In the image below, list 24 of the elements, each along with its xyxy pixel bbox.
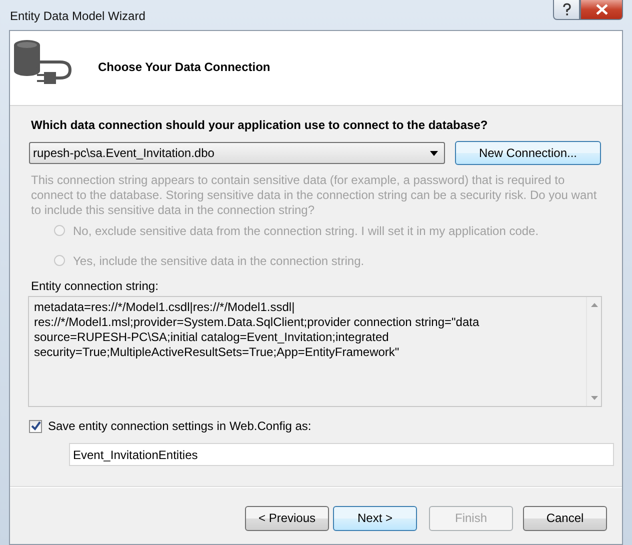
help-icon — [560, 3, 572, 16]
wizard-button[interactable]: < Previous — [245, 506, 329, 530]
field-label: Entity connection string: — [31, 279, 160, 295]
question-label: Which data connection should your application use to connect to the database? — [31, 118, 489, 134]
help-button[interactable] — [553, 0, 580, 20]
window-title: Entity Data Model Wizard — [10, 9, 146, 23]
close-button[interactable] — [580, 0, 623, 20]
wizard-button[interactable]: Next > — [333, 506, 417, 530]
scroll-down-icon[interactable] — [590, 396, 598, 400]
checkbox[interactable] — [29, 420, 42, 432]
connection-string-field[interactable]: metadata=res://*/Model1.csdl|res://*/Model1.ssdl| res://*/Model1.msl;provider=System.Data.SqlClient;provider connection string="data source=RUPESH-PC\SA;initial catalog=Event_Invitation;integrated security=True;MultipleActiveResultSets=True;App=EntityFramework" — [28, 296, 602, 407]
radio-label: Yes, include the sensitive data in the connection string. — [73, 254, 364, 268]
connection-name-field[interactable]: Event_InvitationEntities — [69, 443, 614, 466]
close-icon — [596, 4, 608, 15]
page-title: Choose Your Data Connection — [98, 60, 270, 74]
wizard-button[interactable]: Cancel — [523, 506, 607, 530]
scroll-up-icon[interactable] — [590, 303, 598, 307]
radio-label: No, exclude sensitive data from the connection string. I will set it in my application code. — [73, 224, 539, 238]
checkbox-label: Save entity connection settings in Web.Config as: — [48, 419, 312, 433]
warning-text: This connection string appears to contain sensitive data (for example, a password) that is required to connect to the database. Storing sensitive data in the connection string can be a security risk. Do you want to include this sensitive data in the connection string? — [31, 173, 598, 218]
connection-dropdown[interactable]: rupesh-pc\sa.Event_Invitation.dbo — [29, 142, 445, 164]
dropdown-arrow-icon — [430, 150, 438, 156]
scrollbar[interactable] — [586, 297, 601, 406]
new-connection-button[interactable]: New Connection... — [455, 141, 601, 165]
